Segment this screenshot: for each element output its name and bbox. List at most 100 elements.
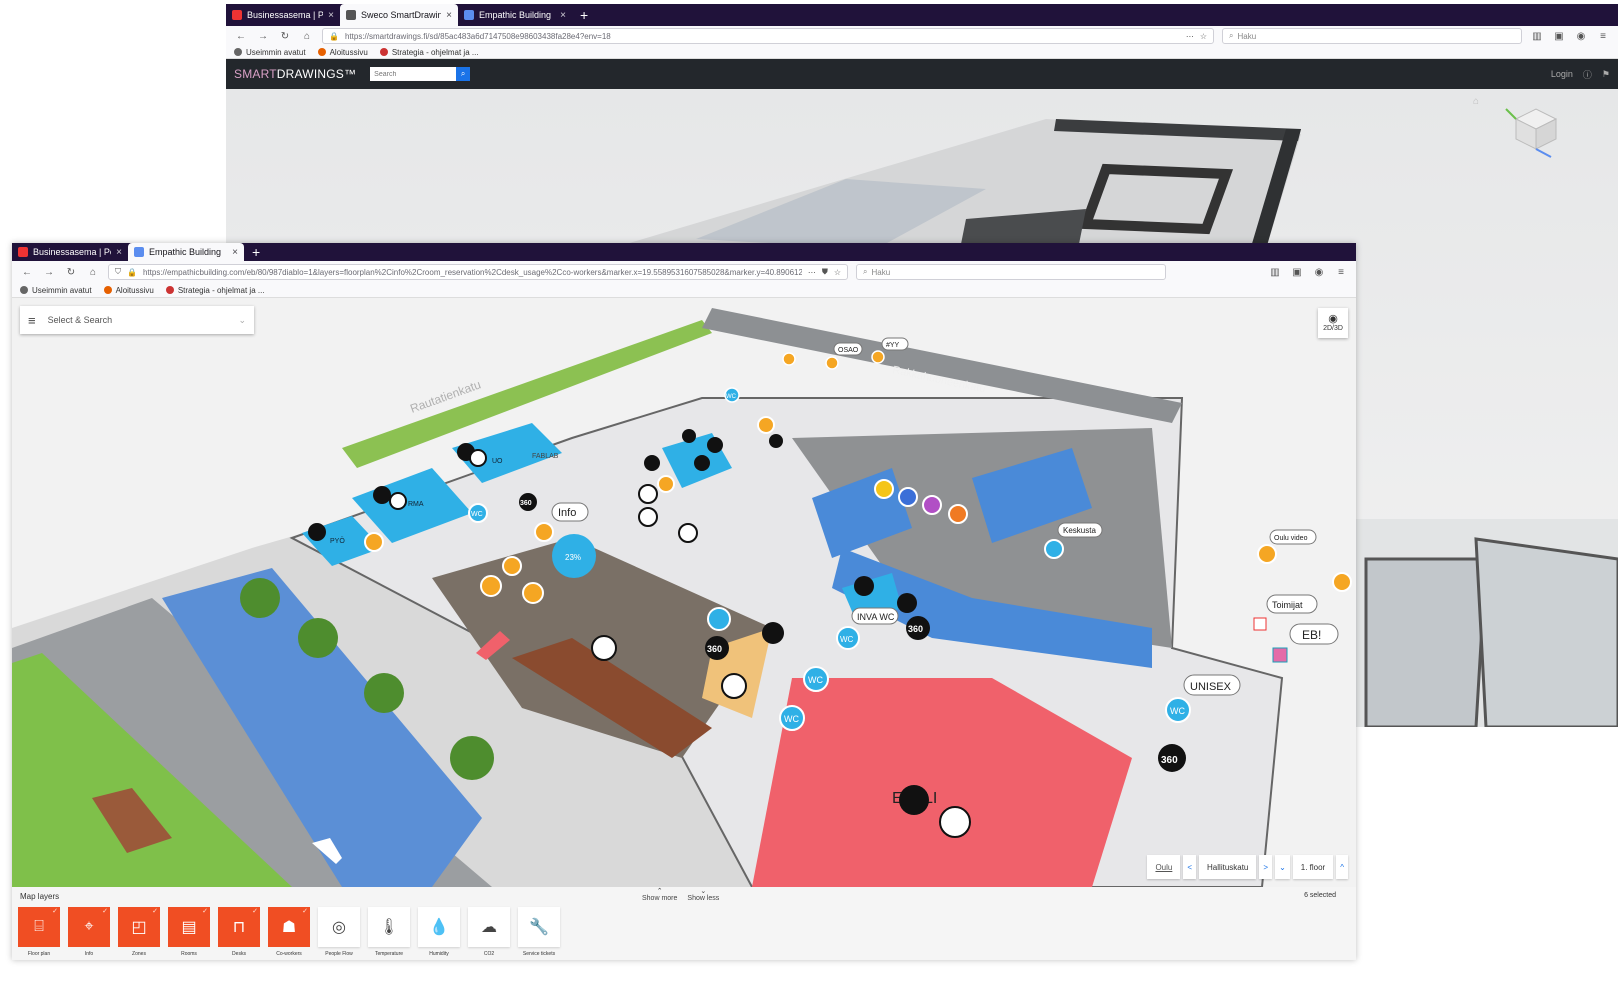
meeting-room-icon[interactable]: [644, 455, 660, 471]
library-icon[interactable]: ▥: [1268, 267, 1282, 278]
wc-marker[interactable]: WC: [836, 626, 860, 650]
bookmark-start-page[interactable]: Aloitussivu: [103, 286, 154, 295]
cube-icon[interactable]: [1272, 647, 1288, 663]
hearing-loop-icon[interactable]: [939, 806, 971, 838]
image-icon[interactable]: [1253, 617, 1267, 631]
rooms-icon[interactable]: ▤: [168, 907, 210, 947]
page-actions-icon[interactable]: ⋯: [1186, 32, 1194, 41]
info-pin-icon[interactable]: [502, 556, 522, 576]
wc-marker[interactable]: WC: [779, 705, 805, 731]
info-pin-icon[interactable]: ⌖: [68, 907, 110, 947]
address-bar[interactable]: ⛉ 🔒 https://empathicbuilding.com/eb/80/9…: [108, 264, 848, 280]
meeting-room-icon[interactable]: [897, 593, 917, 613]
info-pin-icon[interactable]: [364, 532, 384, 552]
info-pin-icon[interactable]: [1332, 572, 1352, 592]
account-icon[interactable]: ◉: [1312, 267, 1326, 278]
info-pin-icon[interactable]: [782, 352, 796, 366]
info-pin-icon[interactable]: [825, 356, 839, 370]
people-flow-icon[interactable]: ◎: [318, 907, 360, 947]
prev-building-button[interactable]: <: [1183, 855, 1197, 879]
floor-up-button[interactable]: ^: [1336, 855, 1348, 879]
view-360-marker[interactable]: 360: [1158, 744, 1186, 772]
back-arrow-icon[interactable]: ←: [234, 31, 248, 42]
wc-marker[interactable]: WC: [468, 503, 488, 523]
hearing-loop-icon[interactable]: [469, 449, 487, 467]
menu-icon[interactable]: ≡: [1334, 267, 1348, 278]
bookmark-strategy[interactable]: Strategia - ohjelmat ja ...: [165, 286, 265, 295]
sidebar-icon[interactable]: ▣: [1552, 31, 1566, 42]
coworkers-icon[interactable]: ☗: [268, 907, 310, 947]
meeting-room-icon[interactable]: [373, 486, 391, 504]
hearing-loop-icon[interactable]: [638, 507, 658, 527]
meeting-room-icon[interactable]: [694, 455, 710, 471]
home-icon[interactable]: ⌂: [300, 31, 314, 42]
view-2d-3d-toggle[interactable]: ◉ 2D/3D: [1318, 308, 1348, 338]
view-360-marker[interactable]: 360: [906, 616, 930, 640]
bookmark-most-visited[interactable]: Useimmin avatut: [20, 286, 92, 295]
bookmark-star-icon[interactable]: ☆: [834, 268, 841, 277]
floor-map-3d[interactable]: Rautatienkatu Rakkahuoneenkatu FABLAB PY…: [12, 298, 1356, 887]
reload-icon[interactable]: ↻: [64, 267, 78, 278]
info-pin-icon[interactable]: [757, 416, 775, 434]
info-pin-icon[interactable]: [522, 582, 544, 604]
close-icon[interactable]: ×: [232, 247, 238, 258]
thermometer-icon[interactable]: 🌡: [368, 907, 410, 947]
account-icon[interactable]: ◉: [1574, 31, 1588, 42]
layer-toggle-humidity[interactable]: 💧 Humidity: [418, 907, 460, 957]
select-and-search-box[interactable]: ≡ Select & Search ⌄: [20, 306, 254, 334]
address-bar[interactable]: 🔒 https://smartdrawings.fi/sd/85ac483a6d…: [322, 28, 1214, 44]
droplet-icon[interactable]: 💧: [418, 907, 460, 947]
show-less-button[interactable]: ⌄ Show less: [687, 888, 719, 902]
hearing-loop-icon[interactable]: [678, 523, 698, 543]
layer-toggle-zones[interactable]: ◰ Zones: [118, 907, 160, 957]
tab-empathic-building[interactable]: Empathic Building ×: [128, 243, 244, 261]
view-360-marker[interactable]: 360: [519, 493, 537, 511]
meeting-room-icon[interactable]: [308, 523, 326, 541]
meeting-room-icon[interactable]: [682, 429, 696, 443]
tab-businessasema[interactable]: Businessasema | People. Comp ×: [226, 4, 340, 26]
tab-empathic-building[interactable]: Empathic Building ×: [458, 4, 572, 26]
hearing-loop-icon[interactable]: [638, 484, 658, 504]
wrench-icon[interactable]: 🔧: [518, 907, 560, 947]
info-pin-icon[interactable]: [534, 522, 554, 542]
close-icon[interactable]: ×: [560, 10, 566, 21]
tab-smartdrawings[interactable]: Sweco SmartDrawings ×: [340, 4, 458, 26]
hearing-loop-icon[interactable]: [591, 635, 617, 661]
taxi-icon[interactable]: [874, 479, 894, 499]
meeting-room-icon[interactable]: [707, 437, 723, 453]
info-pin-icon[interactable]: [657, 475, 675, 493]
smartdrawings-search-input[interactable]: [370, 67, 457, 81]
floorplan-icon[interactable]: ⌸: [18, 907, 60, 947]
view-360-marker[interactable]: 360: [705, 636, 729, 660]
close-icon[interactable]: ×: [446, 10, 452, 21]
restaurant-icon[interactable]: [1044, 539, 1064, 559]
sidebar-icon[interactable]: ▣: [1290, 267, 1304, 278]
hamburger-menu-icon[interactable]: ≡: [28, 313, 36, 328]
chevron-down-icon[interactable]: ⌄: [238, 315, 246, 326]
floor-dropdown-button[interactable]: ⌄: [1275, 855, 1290, 879]
layer-toggle-info[interactable]: ⌖ Info: [68, 907, 110, 957]
meeting-room-icon[interactable]: [762, 622, 784, 644]
hearing-loop-icon[interactable]: [389, 492, 407, 510]
help-icon[interactable]: ⓘ: [1583, 68, 1592, 81]
layer-toggle-temperature[interactable]: 🌡 Temperature: [368, 907, 410, 957]
close-icon[interactable]: ×: [328, 10, 334, 21]
wc-marker[interactable]: WC: [1165, 697, 1191, 723]
city-link[interactable]: Oulu: [1147, 855, 1181, 879]
bus-icon[interactable]: [948, 504, 968, 524]
meeting-room-icon[interactable]: [854, 576, 874, 596]
tab-businessasema[interactable]: Businessasema | People. Comp ×: [12, 243, 128, 261]
layer-toggle-co2[interactable]: ☁ CO2: [468, 907, 510, 957]
floor-name[interactable]: 1. floor: [1292, 855, 1334, 879]
building-name[interactable]: Hallituskatu: [1199, 855, 1257, 879]
flag-icon[interactable]: ⚑: [1602, 69, 1610, 80]
layer-toggle-desks[interactable]: ⊓ Desks: [218, 907, 260, 957]
library-icon[interactable]: ▥: [1530, 31, 1544, 42]
layer-toggle-service-tickets[interactable]: 🔧 Service tickets: [518, 907, 560, 957]
page-actions-icon[interactable]: ⋯: [808, 268, 816, 277]
zones-icon[interactable]: ◰: [118, 907, 160, 947]
meeting-room-icon[interactable]: [899, 785, 929, 815]
reload-icon[interactable]: ↻: [278, 31, 292, 42]
hearing-loop-icon[interactable]: [721, 673, 747, 699]
info-pin-icon[interactable]: [871, 350, 885, 364]
